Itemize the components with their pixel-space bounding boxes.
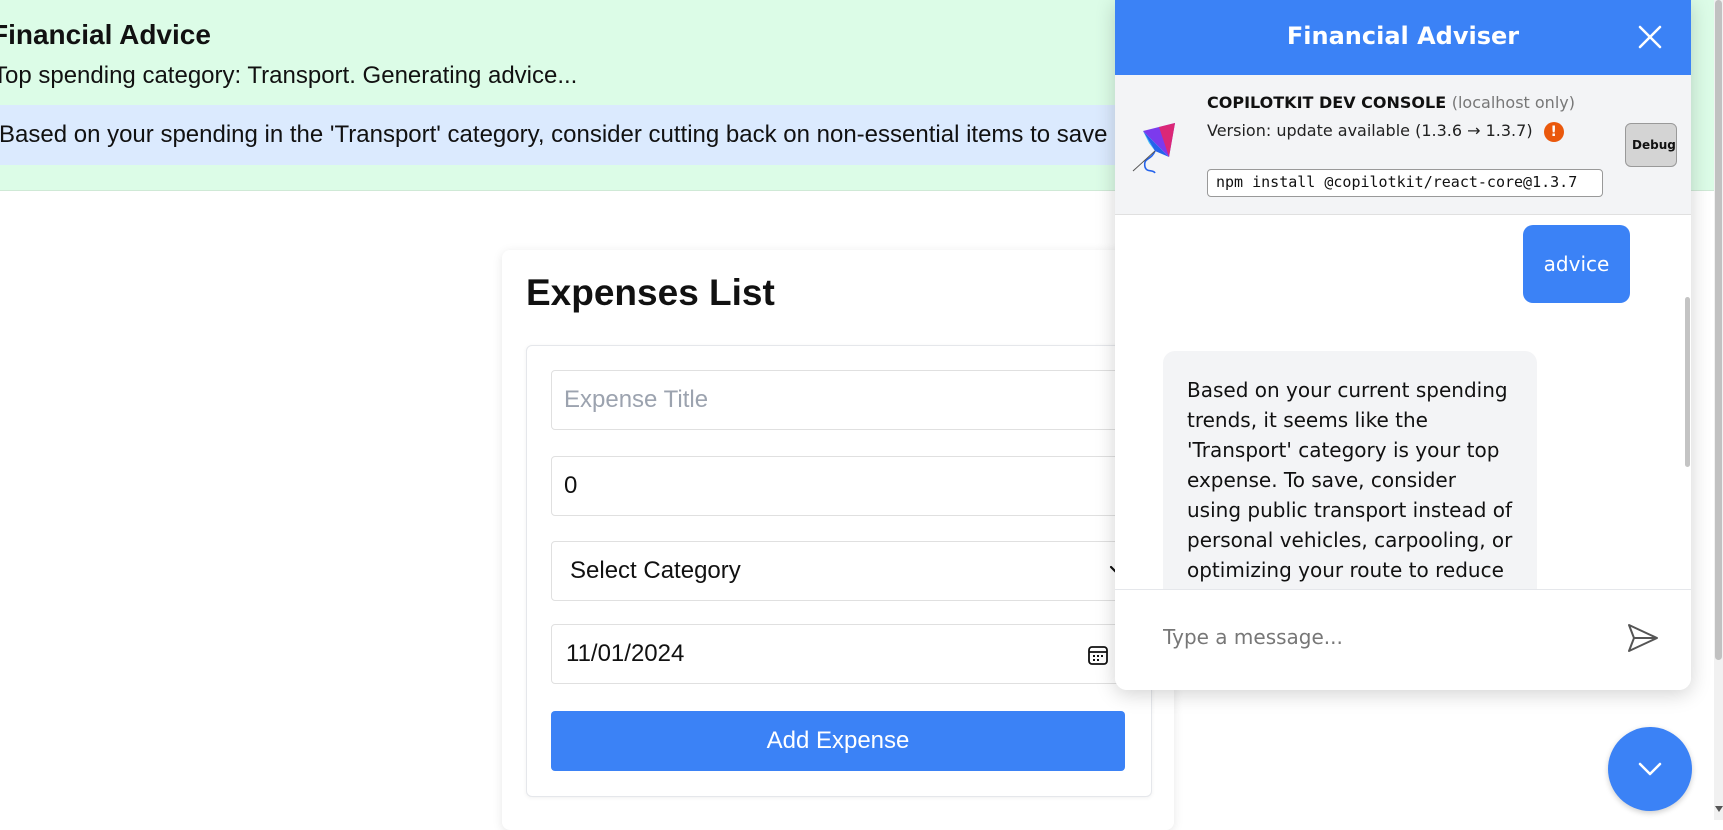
- message-list[interactable]: advice Based on your current spending tr…: [1115, 215, 1691, 589]
- assistant-message: Based on your current spending trends, i…: [1163, 351, 1537, 589]
- expenses-card: Expenses List Select Category 11/01/2024…: [502, 250, 1174, 830]
- chat-panel: Financial Adviser COPILOTKIT DEV CONSOLE…: [1115, 0, 1691, 690]
- send-icon[interactable]: [1625, 620, 1661, 656]
- console-version-text: Version: update available (1.3.6 → 1.3.7…: [1207, 121, 1533, 140]
- kite-logo-icon: [1132, 123, 1175, 174]
- chevron-down-icon: [1638, 762, 1662, 776]
- dev-console: COPILOTKIT DEV CONSOLE (localhost only) …: [1115, 75, 1691, 215]
- chat-header: Financial Adviser: [1115, 0, 1691, 75]
- expenses-title: Expenses List: [526, 272, 775, 313]
- warning-icon: !: [1543, 121, 1564, 142]
- chat-message-input[interactable]: [1161, 614, 1605, 660]
- console-title-text: COPILOTKIT DEV CONSOLE: [1207, 93, 1447, 112]
- expense-title-input[interactable]: [551, 370, 1125, 430]
- user-message: advice: [1523, 225, 1630, 303]
- expense-date-value: 11/01/2024: [566, 640, 685, 667]
- debug-button[interactable]: Debug: [1625, 123, 1677, 167]
- add-expense-button[interactable]: Add Expense: [551, 711, 1125, 771]
- advice-title: Financial Advice: [0, 19, 211, 50]
- console-scope: (localhost only): [1451, 93, 1575, 112]
- expense-form: Select Category 11/01/2024 Add Expense: [526, 345, 1152, 797]
- category-select[interactable]: Select Category: [551, 541, 1125, 601]
- console-title: COPILOTKIT DEV CONSOLE (localhost only): [1207, 93, 1575, 112]
- expense-amount-input[interactable]: [551, 456, 1125, 516]
- message-scrollbar[interactable]: [1683, 215, 1691, 589]
- chat-input-row: [1115, 589, 1691, 690]
- advice-box: Based on your spending in the 'Transport…: [0, 105, 1200, 165]
- page-scrollbar-thumb[interactable]: [1715, 0, 1722, 660]
- expense-date-input[interactable]: 11/01/2024: [551, 624, 1125, 684]
- message-scrollbar-thumb[interactable]: [1685, 297, 1690, 467]
- scroll-down-arrow-icon[interactable]: [1715, 806, 1723, 812]
- chat-toggle-button[interactable]: [1608, 727, 1692, 811]
- advice-text: Based on your spending in the 'Transport…: [0, 121, 1192, 148]
- npm-install-command[interactable]: npm install @copilotkit/react-core@1.3.7: [1207, 169, 1603, 197]
- calendar-icon[interactable]: [1086, 643, 1110, 667]
- page-scrollbar[interactable]: [1714, 0, 1723, 820]
- console-version: Version: update available (1.3.6 → 1.3.7…: [1207, 121, 1564, 142]
- category-select-value: Select Category: [570, 557, 741, 584]
- close-icon[interactable]: [1635, 22, 1665, 52]
- chat-title: Financial Adviser: [1286, 22, 1520, 50]
- advice-status: Top spending category: Transport. Genera…: [0, 62, 578, 89]
